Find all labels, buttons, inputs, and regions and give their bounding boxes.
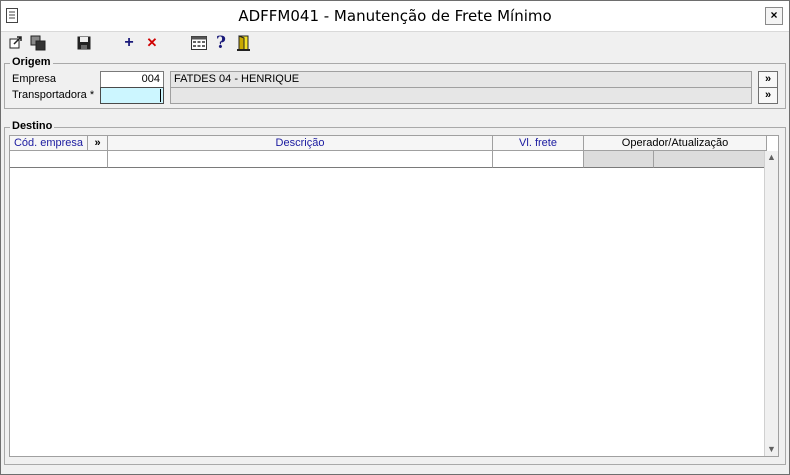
title-bar: ADFFM041 - Manutenção de Frete Mínimo × (1, 1, 789, 32)
cell-vl-frete[interactable] (493, 151, 584, 168)
transportadora-description (170, 87, 752, 104)
col-header-select-button[interactable]: » (88, 136, 108, 151)
window-title: ADFFM041 - Manutenção de Frete Mínimo (238, 7, 552, 25)
copy-record-icon[interactable] (29, 34, 47, 52)
destino-grid: Cód. empresa » Descrição Vl. frete Opera… (9, 135, 779, 457)
calculator-icon[interactable] (190, 34, 208, 52)
main-window: ADFFM041 - Manutenção de Frete Mínimo × … (0, 0, 790, 475)
cell-operador (584, 151, 654, 168)
destino-label: Destino (10, 120, 55, 132)
delete-icon[interactable]: ✕ (143, 34, 161, 52)
scroll-up-icon[interactable]: ▲ (765, 151, 778, 164)
empresa-select-button[interactable]: » (758, 71, 778, 88)
help-icon[interactable]: ? (212, 33, 230, 53)
scroll-down-icon[interactable]: ▼ (765, 443, 778, 456)
vertical-scrollbar[interactable]: ▲ ▼ (764, 151, 778, 456)
text-cursor (160, 89, 161, 102)
cell-descricao[interactable] (108, 151, 493, 168)
empresa-description: FATDES 04 - HENRIQUE (170, 71, 752, 88)
col-header-descricao[interactable]: Descrição (108, 136, 493, 151)
col-header-cod-empresa[interactable]: Cód. empresa (10, 136, 88, 151)
empresa-field[interactable]: 004 (100, 71, 164, 88)
cell-cod-empresa[interactable] (10, 151, 108, 168)
empresa-label: Empresa (12, 73, 57, 85)
save-icon[interactable] (75, 34, 93, 52)
origem-label: Origem (10, 56, 53, 68)
close-button[interactable]: × (765, 7, 783, 25)
col-header-operador-atualizacao[interactable]: Operador/Atualização (584, 136, 767, 151)
col-header-vl-frete[interactable]: Vl. frete (493, 136, 584, 151)
transportadora-field[interactable] (100, 87, 164, 104)
toolbar: + ✕ ? (1, 32, 789, 56)
exit-record-icon[interactable] (7, 34, 25, 52)
exit-door-icon[interactable] (235, 34, 253, 52)
add-icon[interactable]: + (120, 34, 138, 52)
transportadora-select-button[interactable]: » (758, 87, 778, 104)
cell-atualizacao (654, 151, 767, 168)
transportadora-label: Transportadora * (12, 89, 95, 101)
